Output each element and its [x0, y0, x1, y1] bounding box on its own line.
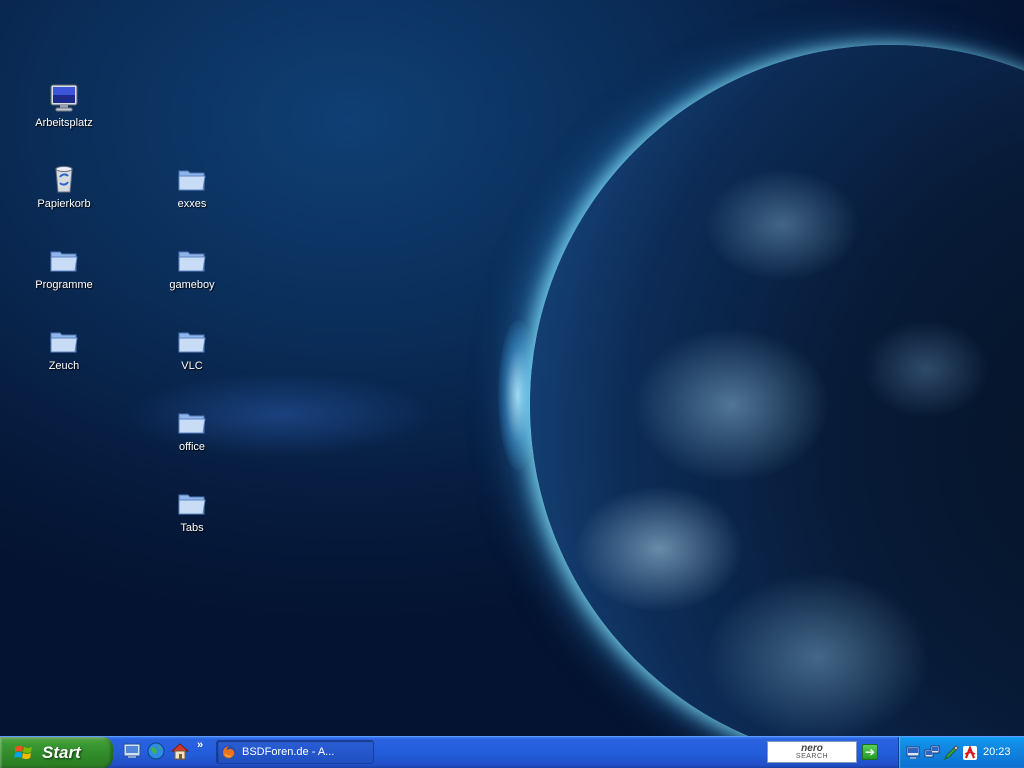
desktop-icon-label: exxes: [177, 198, 207, 210]
desktop-icon-exxes[interactable]: exxes: [150, 163, 234, 210]
desktop[interactable]: Arbeitsplatz Papierkorb Programme Zeuch …: [0, 0, 1024, 736]
nero-search-go-button[interactable]: ➔: [862, 744, 878, 760]
desktop-icon-vlc[interactable]: VLC: [150, 325, 234, 372]
desktop-icon-office[interactable]: office: [150, 406, 234, 453]
home-icon[interactable]: [170, 741, 190, 761]
folder-icon: [178, 170, 206, 191]
firefox-icon: [222, 745, 236, 759]
quick-launch-bar: [122, 741, 190, 761]
start-button[interactable]: Start: [0, 737, 113, 768]
folder-icon: [50, 332, 78, 353]
desktop-icon-papierkorb[interactable]: Papierkorb: [22, 163, 106, 210]
desktop-icon-label: Tabs: [180, 522, 204, 534]
desktop-icon-arbeitsplatz[interactable]: Arbeitsplatz: [22, 82, 106, 129]
desktop-icon-label: gameboy: [169, 279, 215, 291]
desktop-icon-programme[interactable]: Programme: [22, 244, 106, 291]
taskbar-button-firefox[interactable]: BSDForen.de - A...: [216, 740, 374, 764]
nero-logo: nero: [801, 742, 823, 754]
nero-search-label: SEARCH: [795, 752, 829, 760]
start-label: Start: [42, 742, 81, 762]
folder-icon: [178, 413, 206, 434]
recycle-bin-icon: [55, 166, 73, 193]
desktop-icon-zeuch[interactable]: Zeuch: [22, 325, 106, 372]
desktop-icon-label: Zeuch: [48, 360, 80, 372]
quick-launch-more-button[interactable]: »: [197, 739, 211, 753]
windows-logo-icon: [14, 745, 32, 759]
antivirus-icon[interactable]: [962, 745, 978, 761]
show-desktop-icon[interactable]: [122, 741, 142, 761]
network-icon[interactable]: [905, 745, 921, 761]
monitor-icon: [50, 84, 78, 112]
desktop-icon-tabs[interactable]: Tabs: [150, 487, 234, 534]
clock[interactable]: 20:23: [983, 746, 1011, 758]
taskbar: Start » BSDForen.de - A... nero SEARCH ➔…: [0, 736, 1024, 768]
folder-icon: [178, 332, 206, 353]
taskbar-button-label: BSDForen.de - A...: [242, 746, 335, 758]
pen-icon[interactable]: [943, 745, 959, 761]
system-tray: 20:23: [898, 737, 1024, 768]
desktop-icon-label: office: [178, 441, 206, 453]
desktop-icon-label: VLC: [181, 360, 203, 372]
nero-search-box[interactable]: nero SEARCH: [767, 741, 857, 763]
desktop-icon-label: Papierkorb: [37, 198, 91, 210]
desktop-icon-gameboy[interactable]: gameboy: [150, 244, 234, 291]
browser-globe-icon[interactable]: [146, 741, 166, 761]
folder-icon: [50, 251, 78, 272]
folder-icon: [178, 494, 206, 515]
folder-icon: [178, 251, 206, 272]
connection-icon[interactable]: [924, 745, 940, 761]
desktop-icon-label: Programme: [35, 279, 93, 291]
desktop-icon-label: Arbeitsplatz: [35, 117, 93, 129]
